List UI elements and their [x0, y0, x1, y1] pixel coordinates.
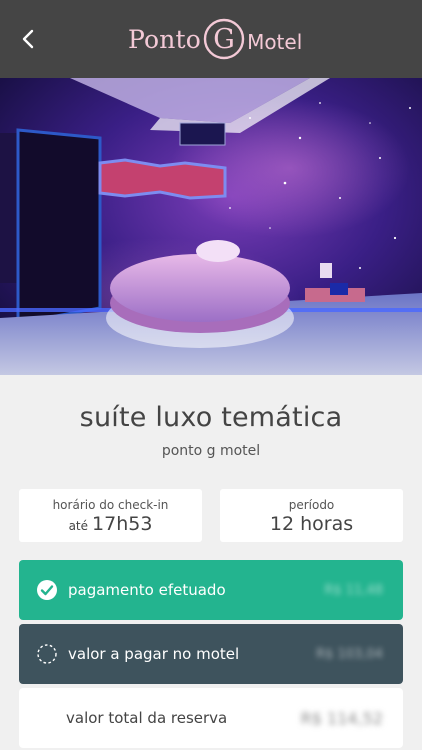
payment-made-amount: R$ 11,48 — [324, 582, 383, 598]
total-row[interactable]: valor total da reserva R$ 114,52 — [19, 688, 403, 748]
top-bar: Ponto G Motel — [0, 0, 422, 78]
logo-g-mark: G — [202, 17, 246, 61]
back-button[interactable] — [14, 24, 44, 54]
checkin-time: 17h53 — [92, 513, 153, 535]
checkin-card: horário do check-in até 17h53 — [19, 489, 202, 542]
dashed-circle-icon — [36, 643, 58, 665]
motel-name: ponto g motel — [161, 443, 261, 459]
amount-due-label: valor a pagar no motel — [68, 645, 240, 663]
chevron-left-icon — [22, 29, 34, 49]
room-title: suíte luxo temática — [79, 402, 343, 433]
logo-word: Ponto — [128, 24, 202, 54]
logo: Ponto G Motel — [128, 16, 302, 62]
checkin-prefix: até — [68, 519, 89, 533]
period-card: período 12 horas — [220, 489, 403, 542]
total-amount: R$ 114,52 — [300, 708, 383, 728]
period-value: 12 horas — [269, 513, 354, 535]
total-label: valor total da reserva — [66, 709, 228, 727]
payment-made-label: pagamento efetuado — [68, 581, 226, 599]
logo-letter: G — [213, 24, 235, 55]
period-label: período — [288, 498, 335, 512]
checkin-label: horário do check-in — [52, 498, 169, 512]
room-photo — [0, 78, 422, 375]
amount-due-row[interactable]: valor a pagar no motel R$ 103,04 — [19, 624, 403, 684]
amount-due-value: R$ 103,04 — [316, 646, 383, 662]
check-circle-icon — [36, 579, 58, 601]
payment-made-row[interactable]: pagamento efetuado R$ 11,48 — [19, 560, 403, 620]
logo-suffix: Motel — [247, 30, 303, 54]
